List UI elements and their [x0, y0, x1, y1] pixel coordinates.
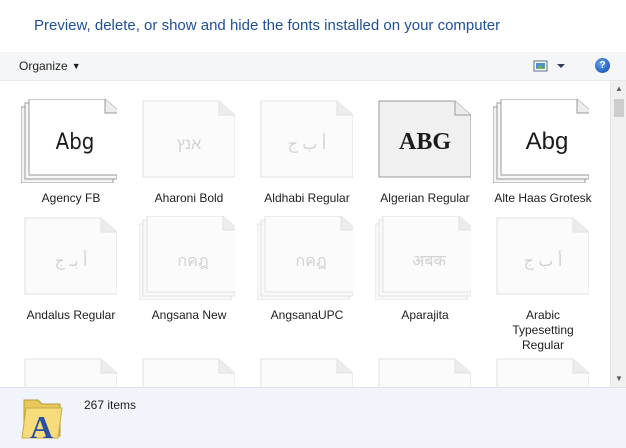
- font-item[interactable]: אנץ Aharoni Bold: [131, 91, 241, 211]
- help-icon: ?: [599, 60, 606, 71]
- font-preview-icon: ABG: [378, 100, 471, 178]
- font-sample-text: أ ب ج: [288, 133, 327, 153]
- organize-menu-button[interactable]: Organize ▼: [19, 58, 81, 74]
- font-item[interactable]: أ ب ج Aldhabi Regular: [249, 91, 359, 211]
- page-title: Preview, delete, or show and hide the fo…: [34, 17, 501, 34]
- font-sample-text: أ ب ج: [524, 250, 563, 270]
- font-preview-icon: [496, 358, 589, 387]
- font-preview-icon: [378, 358, 471, 387]
- font-name-label: Agency FB: [41, 191, 101, 205]
- font-sample-text: กคฎ: [295, 253, 326, 270]
- font-preview-icon: Abg: [493, 99, 589, 183]
- font-preview-icon: กคฎ: [257, 216, 353, 300]
- font-name-label: Aparajita: [401, 308, 449, 322]
- font-preview-icon: [142, 358, 235, 387]
- font-grid: Abg Agency FB אנץ Aharoni Bold أ ب ج Aldhabi …: [0, 81, 610, 387]
- font-preview-icon: أ ب ج: [496, 217, 589, 295]
- svg-text:A: A: [30, 409, 53, 442]
- organize-label: Organize: [19, 59, 68, 73]
- font-sample-text: Abg: [56, 130, 95, 155]
- change-view-button[interactable]: [533, 58, 571, 74]
- font-item[interactable]: ABG Algerian Regular: [367, 91, 477, 211]
- status-bar: A 267 items: [0, 387, 626, 448]
- font-sample-text: Abg: [526, 128, 569, 155]
- font-name-label: Andalus Regular: [26, 308, 116, 322]
- font-name-label: Algerian Regular: [380, 191, 470, 205]
- font-item[interactable]: अबक Aparajita: [367, 208, 477, 328]
- font-item[interactable]: أ ب ج Arabic Typesetting Regular: [485, 208, 595, 352]
- font-preview-icon: अबक: [375, 216, 471, 300]
- font-name-label: Aldhabi Regular: [264, 191, 350, 205]
- fonts-folder-icon: A: [20, 394, 66, 445]
- font-item[interactable]: Abg Alte Haas Grotesk: [485, 91, 595, 211]
- chevron-down-icon: ▼: [71, 61, 81, 71]
- scroll-up-arrow[interactable]: ▲: [611, 81, 626, 97]
- font-sample-text: אנץ: [177, 136, 201, 153]
- font-sample-text: أ بـ ج: [55, 250, 88, 270]
- font-name-label: AngsanaUPC: [270, 308, 344, 322]
- font-item[interactable]: [13, 349, 123, 387]
- font-name-label: Arabic Typesetting Regular: [512, 308, 574, 352]
- font-item[interactable]: กคฎ AngsanaUPC: [249, 208, 359, 328]
- font-item[interactable]: [485, 349, 595, 387]
- font-preview-icon: أ بـ ج: [24, 217, 117, 295]
- font-sample-text: ABG: [399, 129, 451, 155]
- font-sample-text: अबक: [412, 253, 446, 270]
- font-item[interactable]: [249, 349, 359, 387]
- font-preview-icon: אנץ: [142, 100, 235, 178]
- help-button[interactable]: ?: [595, 58, 610, 73]
- view-icon: [533, 60, 565, 72]
- vertical-scrollbar[interactable]: ▲ ▼: [610, 81, 626, 387]
- font-item[interactable]: أ بـ ج Andalus Regular: [13, 208, 123, 328]
- font-item[interactable]: [367, 349, 477, 387]
- font-preview-icon: [24, 358, 117, 387]
- toolbar: Organize ▼: [0, 52, 626, 81]
- font-name-label: Angsana New: [151, 308, 227, 322]
- font-name-label: Aharoni Bold: [154, 191, 224, 205]
- font-name-label: Alte Haas Grotesk: [494, 191, 592, 205]
- scroll-down-arrow[interactable]: ▼: [611, 371, 626, 387]
- font-preview-icon: Abg: [21, 99, 117, 183]
- item-count: 267 items: [84, 398, 137, 412]
- font-preview-icon: [260, 358, 353, 387]
- font-item[interactable]: กคฎ Angsana New: [131, 208, 241, 328]
- font-preview-icon: أ ب ج: [260, 100, 353, 178]
- font-sample-text: กคฎ: [177, 253, 208, 270]
- scrollbar-thumb[interactable]: [614, 99, 624, 117]
- font-item[interactable]: [131, 349, 241, 387]
- font-preview-icon: กคฎ: [139, 216, 235, 300]
- font-item[interactable]: Abg Agency FB: [13, 91, 123, 211]
